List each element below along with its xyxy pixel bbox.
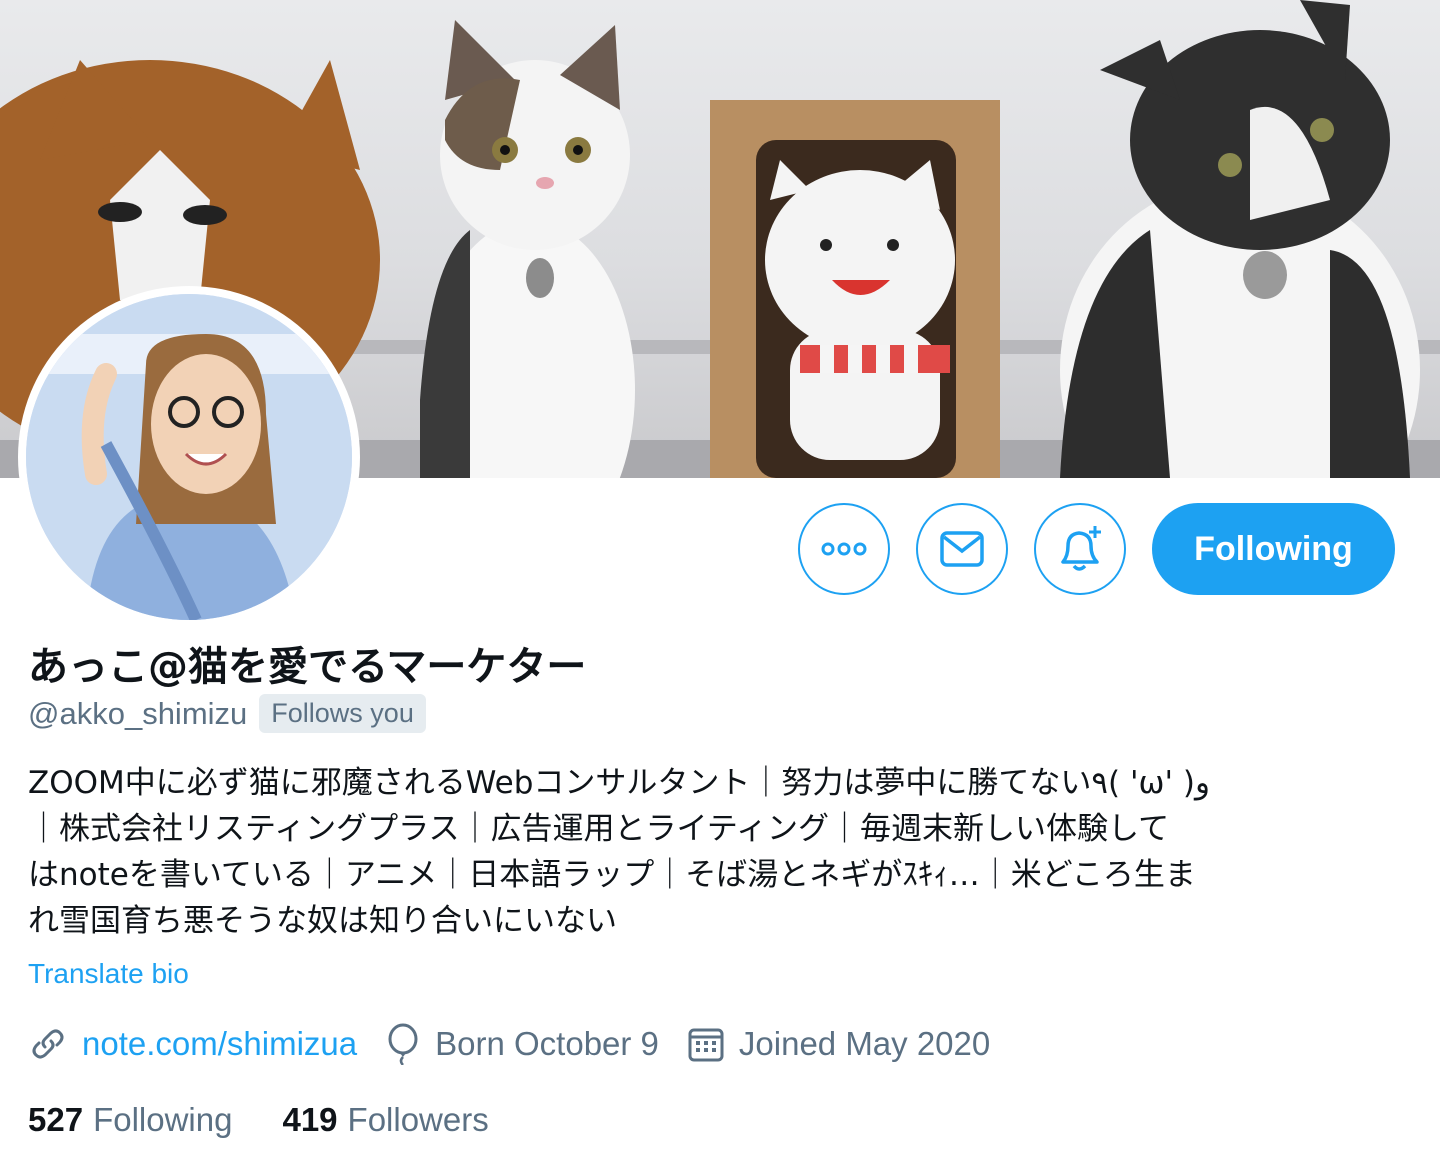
more-icon: [821, 542, 867, 556]
following-count: 527: [28, 1101, 84, 1138]
calendar-icon: [688, 1028, 724, 1062]
followers-stat[interactable]: 419 Followers: [282, 1101, 488, 1139]
followers-label: Followers: [347, 1101, 489, 1138]
following-button[interactable]: Following: [1152, 503, 1395, 595]
bio-line: ZOOM中に必ず猫に邪魔されるWebコンサルタント｜努力は夢中に勝てない٩( '…: [28, 765, 1210, 801]
following-stat[interactable]: 527 Following: [28, 1101, 232, 1139]
joined-text: Joined May 2020: [738, 1025, 991, 1062]
balloon-icon: [388, 1023, 418, 1065]
bio-line: れ雪国育ち悪そうな奴は知り合いにいない: [28, 903, 617, 939]
follows-you-badge: Follows you: [259, 694, 426, 733]
bio-line: ｜株式会社リスティングプラス｜広告運用とライティング｜毎週末新しい体験して: [28, 811, 1170, 847]
link-icon: [32, 1029, 64, 1059]
profile-bio: ZOOM中に必ず猫に邪魔されるWebコンサルタント｜努力は夢中に勝てない٩( '…: [28, 760, 1388, 944]
translate-bio-link[interactable]: Translate bio: [28, 958, 189, 990]
profile-avatar[interactable]: [18, 286, 360, 628]
handle-row: @akko_shimizu Follows you: [28, 694, 426, 733]
display-name: あっこ@猫を愛でるマーケター: [28, 644, 587, 690]
birthday-text: Born October 9: [435, 1025, 659, 1062]
following-label: Following: [93, 1101, 233, 1138]
notify-button[interactable]: [1034, 503, 1126, 595]
website-link[interactable]: note.com/shimizua: [82, 1025, 357, 1063]
followers-count: 419: [282, 1101, 338, 1138]
website-item: note.com/shimizua: [28, 1024, 357, 1064]
user-handle: @akko_shimizu: [28, 695, 248, 731]
bio-line: はnoteを書いている｜アニメ｜日本語ラップ｜そば湯とネギがｽｷｨ…｜米どころ生…: [28, 857, 1196, 893]
birthday-item: Born October 9: [385, 1023, 659, 1065]
avatar-photo: [26, 294, 352, 620]
profile-meta: note.com/shimizua Born October 9 Joined …: [28, 1023, 1018, 1065]
message-button[interactable]: [916, 503, 1008, 595]
more-button[interactable]: [798, 503, 890, 595]
follow-stats: 527 Following 419 Followers: [28, 1101, 539, 1139]
mail-icon: [940, 531, 984, 567]
joined-item: Joined May 2020: [687, 1025, 990, 1063]
bell-plus-icon: [1061, 526, 1101, 571]
